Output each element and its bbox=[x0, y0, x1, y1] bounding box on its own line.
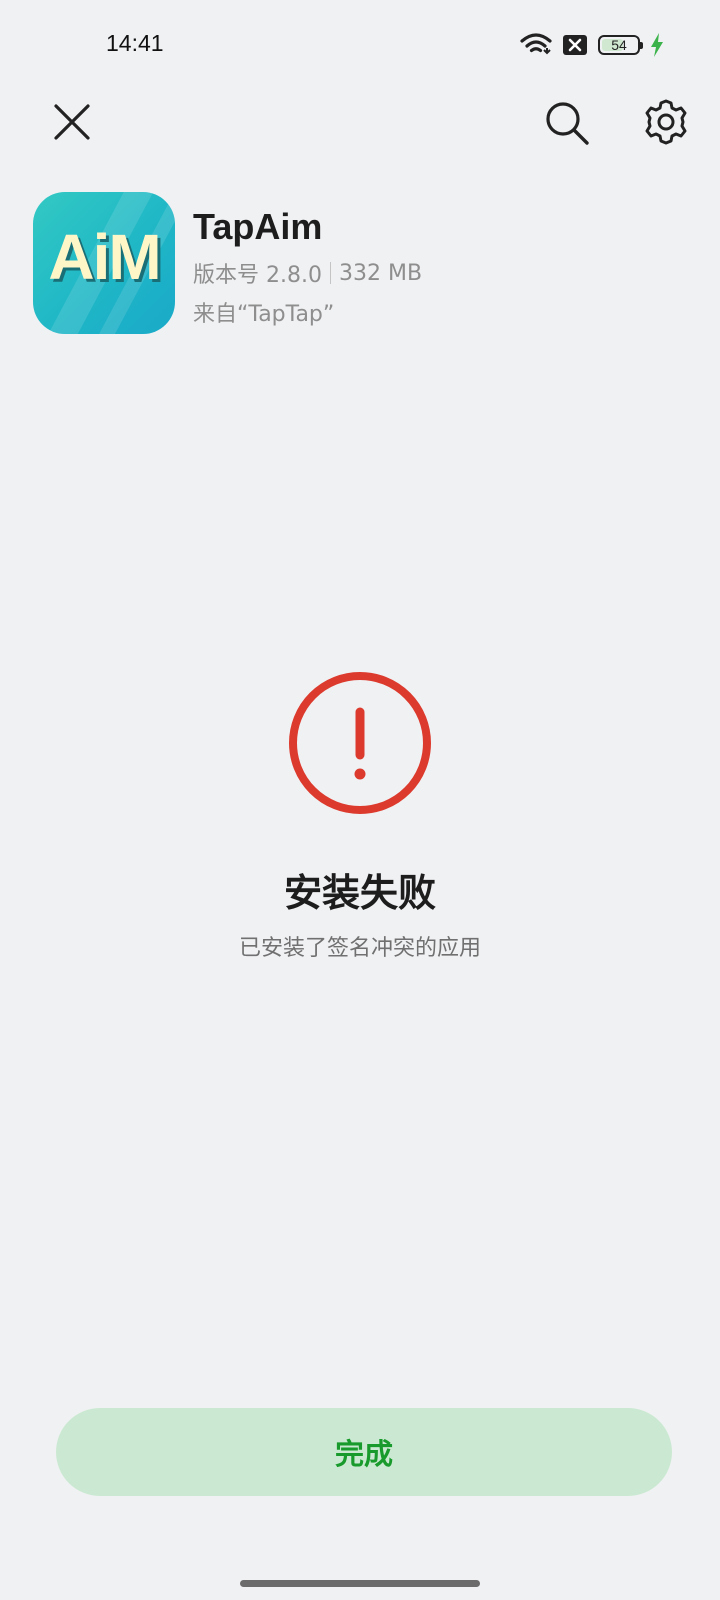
sim-no-signal-icon bbox=[563, 35, 587, 55]
search-icon[interactable] bbox=[544, 100, 590, 146]
done-button[interactable]: 完成 bbox=[56, 1408, 672, 1496]
close-icon[interactable] bbox=[50, 100, 94, 144]
app-meta: 版本号 2.8.0 332 MB bbox=[193, 257, 422, 289]
battery-icon: 54 bbox=[598, 35, 643, 55]
app-icon: AiM bbox=[33, 192, 175, 334]
app-version: 版本号 2.8.0 bbox=[193, 263, 322, 288]
wifi-icon bbox=[520, 33, 552, 55]
install-status-title: 安装失败 bbox=[283, 871, 436, 915]
home-indicator[interactable] bbox=[240, 1580, 480, 1587]
app-size: 332 MB bbox=[338, 260, 423, 286]
gear-icon[interactable] bbox=[642, 98, 690, 146]
app-source: 来自“TapTap” bbox=[193, 302, 335, 327]
meta-divider bbox=[329, 262, 331, 284]
battery-level: 54 bbox=[611, 37, 627, 53]
charging-bolt-icon bbox=[651, 33, 663, 57]
status-bar: 14:41 54 bbox=[0, 0, 720, 90]
status-icons: 54 bbox=[520, 30, 664, 60]
status-time: 14:41 bbox=[106, 30, 164, 56]
app-name: TapAim bbox=[193, 206, 323, 247]
app-header: AiM TapAim 版本号 2.8.0 332 MB 来自“TapTap” bbox=[33, 192, 683, 336]
error-exclamation-icon bbox=[289, 672, 431, 814]
app-icon-logo: AiM bbox=[48, 221, 161, 293]
install-error-message: 已安装了签名冲突的应用 bbox=[238, 936, 481, 961]
